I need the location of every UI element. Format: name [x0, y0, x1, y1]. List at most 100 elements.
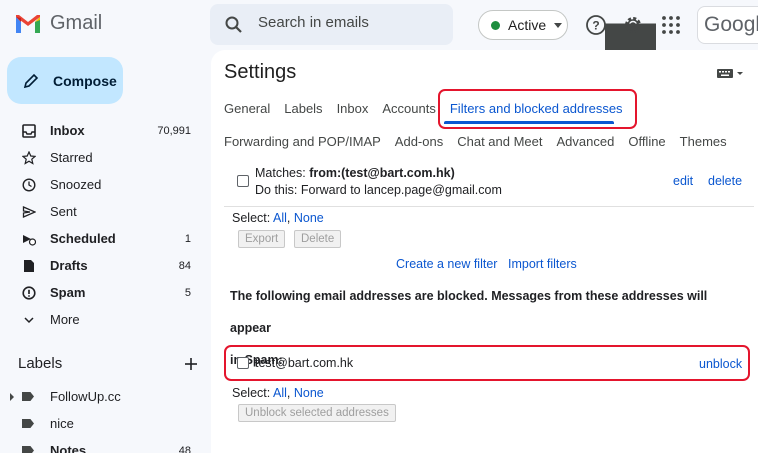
status-label: Active [508, 17, 547, 33]
tab-chat-and-meet[interactable]: Chat and Meet [457, 134, 542, 149]
inbox-icon [22, 123, 36, 138]
caret-down-icon [554, 22, 563, 28]
blocked-highlight-box [224, 345, 750, 381]
label-name: nice [50, 416, 74, 431]
filter-action: Do this: Forward to lancep.page@gmail.co… [255, 183, 502, 197]
select-none-link[interactable]: None [294, 386, 324, 400]
sidebar-item-inbox[interactable]: Inbox 70,991 [0, 117, 205, 144]
import-filters-link[interactable]: Import filters [508, 257, 577, 271]
blocked-line-1: The following email addresses are blocke… [230, 289, 708, 335]
sidebar-item-label: Inbox [50, 123, 85, 138]
tab-themes[interactable]: Themes [680, 134, 727, 149]
drafts-count: 84 [178, 259, 191, 272]
settings-tabs-row-2: Forwarding and POP/IMAP Add-ons Chat and… [224, 134, 727, 149]
action-value: Forward to lancep.page@gmail.com [300, 183, 502, 197]
sidebar-item-sent[interactable]: Sent [0, 198, 205, 225]
create-filter-link[interactable]: Create a new filter [396, 257, 497, 271]
sidebar-item-label: More [50, 312, 80, 327]
select-all-link[interactable]: All [273, 211, 287, 225]
sidebar-item-label: Scheduled [50, 231, 116, 246]
sidebar-item-drafts[interactable]: Drafts 84 [0, 252, 205, 279]
apps-grid-icon[interactable] [660, 14, 682, 36]
add-label-icon[interactable] [184, 357, 198, 371]
svg-text:?: ? [592, 19, 599, 33]
search-bar[interactable] [210, 4, 453, 45]
expand-arrow-icon[interactable] [10, 392, 14, 401]
star-icon [22, 150, 36, 165]
scheduled-icon [22, 232, 36, 246]
scheduled-count: 1 [184, 232, 191, 245]
tab-accounts[interactable]: Accounts [382, 101, 435, 116]
tab-advanced[interactable]: Advanced [557, 134, 615, 149]
status-selector[interactable]: Active [478, 10, 568, 40]
sidebar-item-more[interactable]: More [0, 306, 205, 333]
search-icon[interactable] [224, 15, 244, 35]
sidebar-item-label: Sent [50, 204, 77, 219]
gmail-logo[interactable]: Gmail [14, 12, 102, 35]
help-icon[interactable]: ? [585, 14, 607, 36]
label-count: 48 [178, 444, 191, 453]
filter-checkbox[interactable] [237, 175, 249, 187]
label-item-notes[interactable]: Notes 48 [0, 437, 205, 453]
sidebar-item-label: Starred [50, 150, 93, 165]
draft-icon [22, 259, 36, 273]
select-all-link[interactable]: All [273, 386, 287, 400]
labels-header: Labels [18, 355, 198, 372]
label-item-nice[interactable]: nice [0, 410, 205, 437]
spam-count: 5 [184, 286, 191, 299]
delete-button[interactable]: Delete [294, 230, 342, 248]
page-title: Settings [224, 61, 297, 83]
label-tag-icon [22, 419, 34, 428]
sidebar-nav: Inbox 70,991 Starred Snoozed Sent Schedu… [0, 117, 205, 333]
export-button[interactable]: Export [238, 230, 286, 248]
spam-icon [22, 285, 36, 300]
sidebar-item-label: Drafts [50, 258, 88, 273]
compose-button[interactable]: Compose [7, 57, 123, 104]
sidebar-item-label: Spam [50, 285, 86, 300]
tab-inbox[interactable]: Inbox [337, 101, 369, 116]
sidebar-item-label: Snoozed [50, 177, 102, 192]
pencil-icon [23, 73, 39, 88]
blocked-select-line: Select: All, None [232, 386, 324, 400]
gear-icon[interactable] [622, 14, 644, 36]
tab-labels[interactable]: Labels [284, 101, 322, 116]
unread-count: 70,991 [157, 124, 191, 137]
status-dot [491, 20, 500, 30]
tab-highlight-box [438, 89, 637, 129]
account-brand[interactable]: Googl [697, 6, 758, 44]
top-bar: Gmail Active ? Googl [0, 0, 758, 313]
matches-value: from:(test@bart.com.hk) [309, 166, 455, 180]
sidebar-item-scheduled[interactable]: Scheduled 1 [0, 225, 205, 252]
settings-panel: Settings General Labels Inbox Accounts F… [211, 50, 758, 453]
gmail-m-icon [16, 14, 40, 33]
label-name: FollowUp.cc [50, 389, 121, 404]
tab-add-ons[interactable]: Add-ons [395, 134, 443, 149]
search-input[interactable] [258, 14, 408, 31]
filter-row: Matches: from:(test@bart.com.hk) Do this… [224, 159, 754, 207]
label-name: Notes [50, 443, 87, 453]
label-item-followup[interactable]: FollowUp.cc [0, 383, 205, 410]
tab-forwarding[interactable]: Forwarding and POP/IMAP [224, 134, 381, 149]
tab-offline[interactable]: Offline [628, 134, 665, 149]
delete-filter-link[interactable]: delete [708, 174, 742, 188]
clock-icon [22, 177, 36, 192]
unblock-selected-button[interactable]: Unblock selected addresses [238, 404, 396, 422]
edit-filter-link[interactable]: edit [673, 174, 693, 188]
input-tools-icon[interactable] [717, 67, 745, 79]
chevron-down-icon [22, 313, 36, 327]
tab-general[interactable]: General [224, 101, 270, 116]
sidebar-item-snoozed[interactable]: Snoozed [0, 171, 205, 198]
filter-matches: Matches: from:(test@bart.com.hk) [255, 166, 455, 180]
select-none-link[interactable]: None [294, 211, 324, 225]
select-label: Select: [232, 211, 271, 225]
label-list: FollowUp.cc nice Notes 48 [0, 383, 205, 453]
sidebar-item-starred[interactable]: Starred [0, 144, 205, 171]
action-label: Do this: [255, 183, 298, 197]
sidebar-item-spam[interactable]: Spam 5 [0, 279, 205, 306]
label-tag-icon [22, 392, 34, 401]
send-icon [22, 205, 36, 219]
filter-select-line: Select: All, None [232, 211, 324, 225]
label-tag-icon [22, 446, 34, 453]
compose-label: Compose [53, 72, 117, 89]
labels-title: Labels [18, 355, 63, 372]
